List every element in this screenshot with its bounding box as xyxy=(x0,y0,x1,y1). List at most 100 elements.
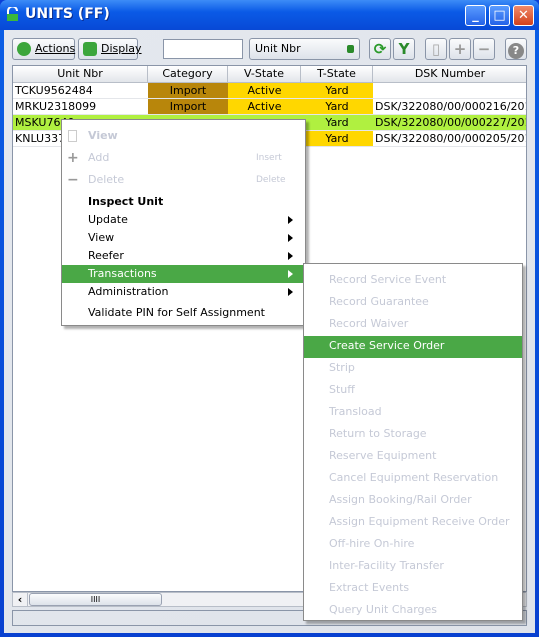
check-icon xyxy=(17,42,31,56)
menu-item-view-disabled[interactable]: View xyxy=(62,127,305,145)
menu-item-transactions[interactable]: Transactions xyxy=(62,265,305,283)
column-header-category[interactable]: Category xyxy=(148,66,228,83)
submenu-item[interactable]: Assign Booking/Rail Order xyxy=(304,490,522,512)
minus-icon: − xyxy=(67,172,79,188)
search-input[interactable] xyxy=(163,39,243,59)
submenu-item[interactable]: Assign Equipment Receive Order xyxy=(304,512,522,534)
view-button[interactable]: ▯ xyxy=(425,38,447,60)
menu-item-add[interactable]: + Add Insert xyxy=(62,149,305,167)
menu-label: Reefer xyxy=(88,249,124,262)
field-select-value: Unit Nbr xyxy=(255,42,301,55)
submenu-item[interactable]: Inter-Facility Transfer xyxy=(304,556,522,578)
column-header-dsk-number[interactable]: DSK Number xyxy=(373,66,526,83)
submenu-label: Record Guarantee xyxy=(329,295,429,308)
remove-button[interactable]: − xyxy=(473,38,495,60)
menu-item-inspect-unit[interactable]: Inspect Unit xyxy=(62,193,305,211)
submenu-arrow-icon xyxy=(288,216,293,224)
submenu-label: Assign Booking/Rail Order xyxy=(329,493,472,506)
table-row[interactable]: TCKU9562484 Import Active Yard xyxy=(13,83,526,99)
refresh-button[interactable]: ⟳ xyxy=(369,38,391,60)
title-bar[interactable]: UNITS (FF) _ □ ✕ xyxy=(0,0,539,30)
display-icon xyxy=(83,42,97,56)
cell-dsk: DSK/322080/00/000216/2012 xyxy=(375,100,527,113)
scroll-thumb[interactable]: IIII xyxy=(29,593,162,606)
menu-item-delete[interactable]: − Delete Delete xyxy=(62,171,305,189)
menu-shortcut: Insert xyxy=(256,153,282,163)
submenu-label: Off-hire On-hire xyxy=(329,537,415,550)
help-button[interactable]: ? xyxy=(505,38,527,60)
actions-button[interactable]: Actions xyxy=(12,38,75,60)
submenu-item[interactable]: Create Service Order xyxy=(304,336,522,358)
field-select[interactable]: Unit Nbr xyxy=(249,38,360,60)
menu-label: View xyxy=(88,231,115,244)
submenu-item[interactable]: Stuff xyxy=(304,380,522,402)
submenu-item[interactable]: Cancel Equipment Reservation xyxy=(304,468,522,490)
display-label: Display xyxy=(101,42,142,55)
lock-icon xyxy=(7,7,18,21)
add-button[interactable]: + xyxy=(449,38,471,60)
window-title: UNITS (FF) xyxy=(25,6,110,22)
submenu-label: Record Waiver xyxy=(329,317,409,330)
menu-label: Delete xyxy=(88,173,125,186)
menu-item-view[interactable]: View xyxy=(62,229,305,247)
submenu-arrow-icon xyxy=(288,252,293,260)
cell-dsk: DSK/322080/00/000227/2012 xyxy=(375,116,527,129)
submenu-label: Extract Events xyxy=(329,581,410,594)
submenu-label: Strip xyxy=(329,361,355,374)
maximize-button[interactable]: □ xyxy=(489,5,510,26)
cell-dsk xyxy=(373,83,526,98)
menu-item-administration[interactable]: Administration xyxy=(62,283,305,301)
submenu-item[interactable]: Record Service Event xyxy=(304,270,522,292)
cell-vstate: Active xyxy=(228,83,301,98)
cell-category: Import xyxy=(148,83,228,98)
submenu-item[interactable]: Reserve Equipment xyxy=(304,446,522,468)
submenu-label: Stuff xyxy=(329,383,355,396)
column-header-unit-nbr[interactable]: Unit Nbr xyxy=(13,66,148,83)
dropdown-icon xyxy=(347,45,354,53)
submenu-item[interactable]: Record Guarantee xyxy=(304,292,522,314)
menu-label: View xyxy=(88,129,118,142)
scroll-left-icon[interactable]: ‹ xyxy=(13,593,28,606)
cell-unit: TCKU9562484 xyxy=(15,84,93,97)
submenu-item[interactable]: Strip xyxy=(304,358,522,380)
submenu-label: Record Service Event xyxy=(329,273,447,286)
submenu-item[interactable]: Return to Storage xyxy=(304,424,522,446)
menu-label: Inspect Unit xyxy=(88,195,164,208)
submenu-item[interactable]: Extract Events xyxy=(304,578,522,600)
display-button[interactable]: Display xyxy=(78,38,142,60)
document-icon xyxy=(68,130,77,142)
submenu-label: Transload xyxy=(329,405,382,418)
submenu-item[interactable]: Query Unit Charges xyxy=(304,600,522,622)
transactions-submenu: Record Service Event Record Guarantee Reco… xyxy=(303,263,523,621)
column-header-v-state[interactable]: V-State xyxy=(228,66,301,83)
column-header-t-state[interactable]: T-State xyxy=(301,66,373,83)
cell-tstate: Yard xyxy=(301,83,373,98)
cell-tstate: Yard xyxy=(301,99,373,114)
submenu-item[interactable]: Record Waiver xyxy=(304,314,522,336)
menu-label: Update xyxy=(88,213,128,226)
submenu-arrow-icon xyxy=(288,270,293,278)
submenu-label: Return to Storage xyxy=(329,427,427,440)
submenu-item[interactable]: Transload xyxy=(304,402,522,424)
filter-button[interactable]: Y xyxy=(393,38,415,60)
submenu-label: Query Unit Charges xyxy=(329,603,438,616)
help-icon: ? xyxy=(508,43,524,59)
plus-icon: + xyxy=(67,150,79,166)
menu-item-update[interactable]: Update xyxy=(62,211,305,229)
submenu-item[interactable]: Off-hire On-hire xyxy=(304,534,522,556)
close-button[interactable]: ✕ xyxy=(513,5,534,26)
menu-label: Transactions xyxy=(88,267,157,280)
submenu-arrow-icon xyxy=(288,288,293,296)
menu-label: Add xyxy=(88,151,110,164)
cell-vstate: Active xyxy=(228,99,301,114)
table-row[interactable]: MRKU2318099 Import Active Yard DSK/322080/00… xyxy=(13,99,527,115)
context-menu: View + Add Insert − Delete Delete Inspect Un… xyxy=(61,119,306,326)
cell-dsk: DSK/322080/00/000205/2012 xyxy=(375,132,527,145)
cell-unit: MRKU2318099 xyxy=(15,100,97,113)
menu-item-validate-pin[interactable]: Validate PIN for Self Assignment xyxy=(62,304,305,322)
submenu-label: Inter-Facility Transfer xyxy=(329,559,444,572)
menu-item-reefer[interactable]: Reefer xyxy=(62,247,305,265)
minimize-button[interactable]: _ xyxy=(465,5,486,26)
submenu-label: Reserve Equipment xyxy=(329,449,437,462)
submenu-label: Cancel Equipment Reservation xyxy=(329,471,499,484)
